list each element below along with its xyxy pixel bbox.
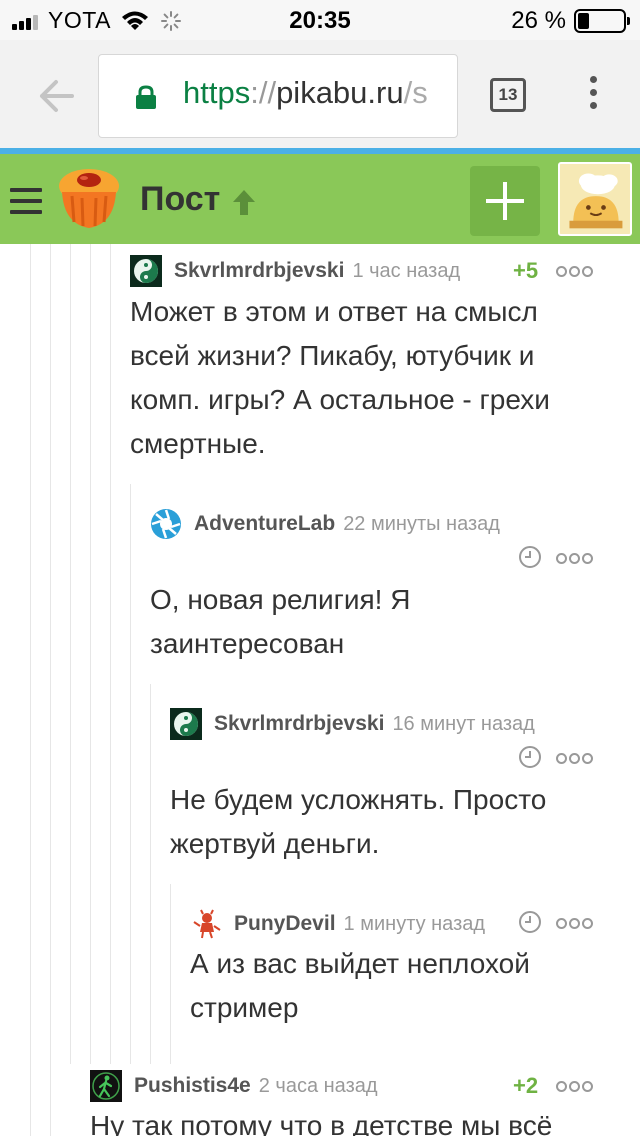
comment-username[interactable]: AdventureLab [194,512,335,536]
avatar[interactable] [130,255,162,287]
url-bar[interactable]: https://pikabu.ru/s [98,54,458,138]
site-header: Пост [0,148,640,244]
browser-toolbar: https://pikabu.ru/s 13 [0,40,640,148]
add-post-button[interactable] [470,166,540,236]
comment-username[interactable]: PunyDevil [234,912,336,936]
avatar[interactable] [90,1070,122,1102]
clock-icon[interactable] [518,545,542,569]
more-horizontal-icon[interactable] [556,751,596,764]
user-avatar[interactable] [558,162,632,236]
url-text: https://pikabu.ru/s [183,75,428,111]
avatar[interactable] [190,908,222,940]
pikabu-logo[interactable] [54,166,124,232]
comment-text: О, новая религия! Я заинтересован [150,584,411,659]
comment-header: PunyDevil 1 минуту назад [190,908,485,940]
comment-time: 16 минут назад [392,712,535,735]
comment-text: Не будем усложнять. Просто жертвуй деньг… [170,784,547,859]
avatar[interactable] [150,508,182,540]
comment-rating: +5 [513,258,539,283]
more-vertical-icon[interactable] [590,76,600,116]
battery-fill [578,13,590,29]
battery-percent: 26 % [511,7,566,34]
comment-header: Pushistis4e 2 часа назад [90,1070,378,1102]
comment-header: Skvrlmrdrbjevski 1 час назад [130,255,460,287]
comment-rating: +2 [513,1073,539,1098]
comment-username[interactable]: Skvrlmrdrbjevski [174,259,344,283]
page-title: Пост [140,180,221,218]
comment-username[interactable]: Pushistis4e [134,1074,251,1098]
tab-switcher-button[interactable]: 13 [490,78,526,112]
more-horizontal-icon[interactable] [556,916,596,929]
comment-username[interactable]: Skvrlmrdrbjevski [214,712,384,736]
avatar[interactable] [170,708,202,740]
arrow-up-icon[interactable] [228,186,260,218]
comment-text: Может в этом и ответ на смысл всей жизни… [130,296,550,459]
url-path: /s [403,75,428,110]
comment-header: AdventureLab 22 минуты назад [150,508,500,540]
url-separator: :// [250,75,277,110]
more-horizontal-icon[interactable] [556,551,596,564]
status-bar-right: 26 % [511,7,630,35]
lock-icon [136,85,156,109]
comment-time: 22 минуты назад [343,512,500,535]
more-horizontal-icon[interactable] [556,1079,596,1092]
comment-time: 1 час назад [352,259,461,282]
comment-time: 1 минуту назад [343,912,486,935]
url-scheme: https [183,75,251,110]
clock-icon[interactable] [518,745,542,769]
comment-time: 2 часа назад [258,1074,378,1097]
clock-icon[interactable] [518,910,542,934]
hamburger-menu-icon[interactable] [10,188,42,216]
comment-header: Skvrlmrdrbjevski 16 минут назад [170,708,535,740]
battery-icon [574,9,630,33]
comment-text: А из вас выйдет неплохой стример [190,948,530,1023]
back-arrow-icon[interactable] [36,78,76,114]
url-host: pikabu.ru [276,75,404,110]
comment-text: Ну так потому что в детстве мы всё [90,1110,553,1136]
status-bar: YOTA 20:35 26 % [0,0,640,40]
more-horizontal-icon[interactable] [556,264,596,277]
